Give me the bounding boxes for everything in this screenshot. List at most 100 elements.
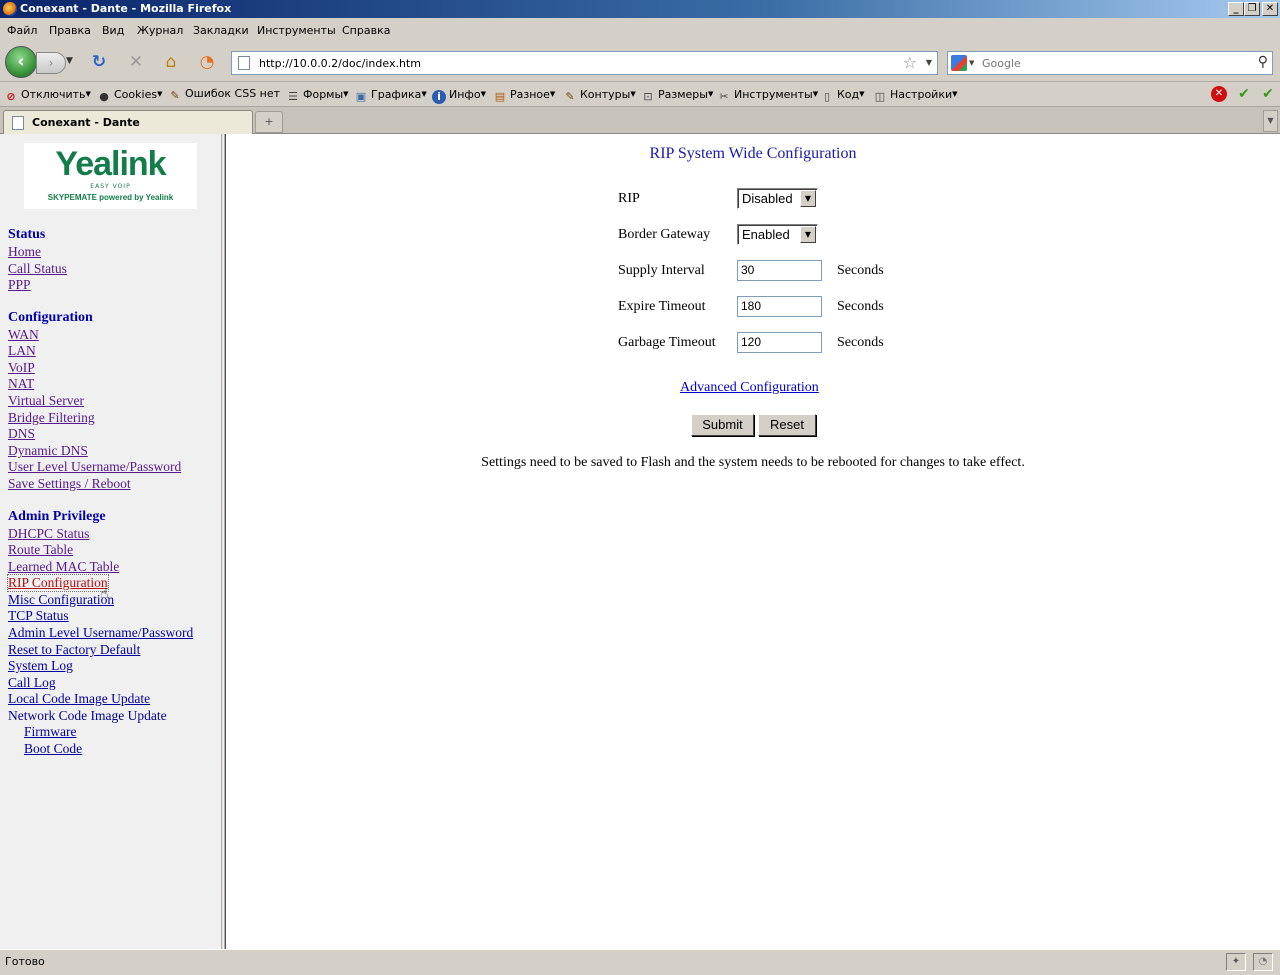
nav-route-table[interactable]: Route Table: [8, 542, 73, 558]
menu-help[interactable]: Справка: [342, 24, 390, 37]
web-developer-toolbar: ⊘ Отключить▼ ● Cookies▼ ✎ Ошибок CSS нет ☰ Ф…: [0, 83, 1280, 105]
dev-css[interactable]: ✎ Ошибок CSS нет: [168, 86, 280, 102]
menu-edit[interactable]: Правка: [49, 24, 91, 37]
google-engine-icon[interactable]: [951, 55, 967, 71]
nav-voip[interactable]: VoIP: [8, 360, 35, 376]
tab-page-icon: [12, 116, 24, 130]
dev-info[interactable]: i Инфо▼: [432, 86, 486, 104]
form-icon: ☰: [288, 90, 298, 103]
page-icon: [238, 56, 250, 70]
chevron-down-icon[interactable]: ▼: [800, 190, 816, 207]
bookmark-star-icon[interactable]: ☆: [903, 53, 917, 72]
dev-options[interactable]: ◫ Настройки▼: [873, 86, 958, 103]
nav-local-code-image-update[interactable]: Local Code Image Update: [8, 691, 150, 707]
css-valid-icon[interactable]: ✔: [1235, 85, 1253, 103]
nav-bridge-filtering[interactable]: Bridge Filtering: [8, 410, 95, 426]
menu-view[interactable]: Вид: [102, 24, 124, 37]
new-tab-button[interactable]: +: [255, 111, 283, 133]
nav-save-settings-reboot[interactable]: Save Settings / Reboot: [8, 476, 131, 492]
nav-admin-level-password[interactable]: Admin Level Username/Password: [8, 625, 193, 641]
search-input[interactable]: [982, 55, 1247, 71]
dev-tools[interactable]: ✂ Инструменты▼: [717, 86, 818, 103]
url-text[interactable]: http://10.0.0.2/doc/index.htm: [259, 57, 421, 70]
nav-system-log[interactable]: System Log: [8, 658, 73, 674]
nav-dhcpc-status[interactable]: DHCPC Status: [8, 526, 89, 542]
addon-status-icon[interactable]: ✦: [1226, 953, 1246, 971]
nav-firmware[interactable]: Firmware: [24, 724, 76, 740]
nav-virtual-server[interactable]: Virtual Server: [8, 393, 84, 409]
home-icon[interactable]: ⌂: [161, 52, 181, 72]
stop-icon[interactable]: ✕: [126, 52, 146, 72]
supply-interval-input[interactable]: 30: [737, 260, 822, 281]
minimize-button[interactable]: _: [1228, 2, 1244, 16]
feed-status-icon[interactable]: ◔: [1253, 953, 1273, 971]
menu-tools[interactable]: Инструменты: [257, 24, 336, 37]
dev-disable[interactable]: ⊘ Отключить▼: [4, 86, 91, 103]
forward-button[interactable]: ›: [36, 52, 66, 74]
history-dropdown-icon[interactable]: ▼: [66, 56, 73, 66]
outline-pencil-icon: ✎: [565, 90, 575, 103]
options-icon: ◫: [874, 90, 886, 103]
garbage-timeout-unit: Seconds: [837, 335, 884, 350]
nav-boot-code[interactable]: Boot Code: [24, 741, 82, 757]
close-window-button[interactable]: ✕: [1262, 2, 1278, 16]
nav-home[interactable]: Home: [8, 244, 41, 260]
dev-outline[interactable]: ✎ Контуры▼: [563, 86, 635, 103]
border-gateway-select[interactable]: Enabled ▼: [737, 224, 818, 245]
nav-lan[interactable]: LAN: [8, 343, 36, 359]
submit-button[interactable]: Submit: [691, 414, 754, 436]
advanced-configuration-link[interactable]: Advanced Configuration: [680, 380, 819, 396]
menu-file[interactable]: Файл: [7, 24, 37, 37]
menu-history[interactable]: Журнал: [137, 24, 183, 37]
nav-rip-configuration[interactable]: RIP Configuration: [7, 574, 109, 592]
navigation-toolbar: ‹ › ▼ ↻ ✕ ⌂ ◔ http://10.0.0.2/doc/index.…: [0, 42, 1280, 82]
tab-strip: Conexant - Dante + ▼: [0, 106, 1280, 135]
engine-dropdown-icon[interactable]: ▼: [969, 59, 974, 67]
rip-value: Disabled: [742, 191, 793, 206]
nav-dns[interactable]: DNS: [8, 426, 35, 442]
menu-bookmarks[interactable]: Закладки: [193, 24, 249, 37]
error-status-icon[interactable]: ✕: [1211, 86, 1227, 102]
dev-misc[interactable]: ▤ Разное▼: [493, 86, 556, 103]
chevron-down-icon[interactable]: ▼: [800, 226, 816, 243]
nav-call-log[interactable]: Call Log: [8, 675, 56, 691]
dev-cookies[interactable]: ● Cookies▼: [97, 86, 162, 103]
restore-button[interactable]: ❐: [1244, 2, 1260, 16]
tab-list-dropdown-icon[interactable]: ▼: [1263, 110, 1278, 132]
firefox-icon: [3, 2, 17, 16]
dev-images[interactable]: ▣ Графика▼: [354, 86, 427, 103]
supply-interval-label: Supply Interval: [618, 263, 705, 278]
url-dropdown-icon[interactable]: ▼: [926, 58, 932, 67]
rss-icon[interactable]: ◔: [197, 52, 217, 72]
window-title-bar: Conexant - Dante - Mozilla Firefox _ ❐ ✕: [0, 0, 1280, 18]
garbage-timeout-input[interactable]: 120: [737, 332, 822, 353]
reset-button[interactable]: Reset: [758, 414, 816, 436]
dev-forms[interactable]: ☰ Формы▼: [286, 86, 349, 103]
nav-reset-factory-default[interactable]: Reset to Factory Default: [8, 642, 140, 658]
nav-misc-configuration[interactable]: Misc Configuration: [8, 592, 114, 608]
back-button[interactable]: ‹: [5, 46, 37, 78]
nav-ppp[interactable]: PPP: [8, 277, 31, 293]
address-bar[interactable]: http://10.0.0.2/doc/index.htm ☆ ▼: [231, 51, 938, 75]
nav-network-code-image-update: Network Code Image Update: [8, 708, 167, 723]
dev-resize[interactable]: ⊡ Размеры▼: [641, 86, 713, 103]
search-bar[interactable]: ▼ ⚲: [947, 51, 1273, 75]
nav-tcp-status[interactable]: TCP Status: [8, 608, 69, 624]
nav-nat[interactable]: NAT: [8, 376, 34, 392]
reload-icon[interactable]: ↻: [89, 52, 109, 72]
border-gateway-label: Border Gateway: [618, 227, 711, 242]
js-valid-icon[interactable]: ✔: [1259, 85, 1277, 103]
expire-timeout-input[interactable]: 180: [737, 296, 822, 317]
nav-user-level-password[interactable]: User Level Username/Password: [8, 459, 181, 475]
rip-select[interactable]: Disabled ▼: [737, 188, 818, 209]
nav-dynamic-dns[interactable]: Dynamic DNS: [8, 443, 88, 459]
search-icon[interactable]: ⚲: [1258, 54, 1268, 70]
source-icon: ▯: [823, 90, 831, 103]
tab-conexant-dante[interactable]: Conexant - Dante: [3, 110, 253, 135]
dev-source[interactable]: ▯ Код▼: [820, 86, 865, 103]
nav-learned-mac-table[interactable]: Learned MAC Table: [8, 559, 119, 575]
nav-call-status[interactable]: Call Status: [8, 261, 67, 277]
nav-wan[interactable]: WAN: [8, 327, 39, 343]
supply-interval-unit: Seconds: [837, 263, 884, 278]
page-title: RIP System Wide Configuration: [649, 145, 857, 162]
